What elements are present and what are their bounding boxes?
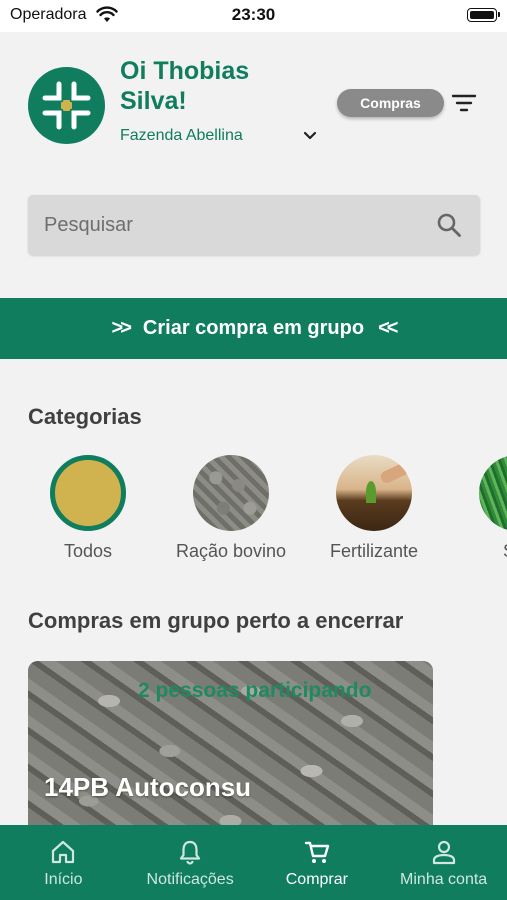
home-icon xyxy=(52,840,75,864)
search-bar xyxy=(28,195,480,255)
categories-list: Todos Ração bovino Fertilizante Ser xyxy=(0,455,507,565)
double-chevron-right-icon: >> xyxy=(111,317,132,339)
user-icon xyxy=(432,840,455,865)
status-bar: Operadora 23:30 xyxy=(0,0,507,32)
category-item-racao-bovino[interactable]: Ração bovino xyxy=(156,455,306,562)
category-item-sementes[interactable]: Ser xyxy=(442,455,507,562)
bell-icon xyxy=(180,840,201,865)
tab-label: Comprar xyxy=(285,871,348,888)
category-image xyxy=(479,455,507,531)
category-item-todos[interactable]: Todos xyxy=(13,455,163,562)
tab-label: Início xyxy=(44,871,83,888)
cart-icon xyxy=(304,841,330,863)
category-image xyxy=(50,455,126,531)
closing-soon-title: Compras em grupo perto a encerrar xyxy=(28,608,404,633)
tab-inicio[interactable]: Início xyxy=(0,825,127,900)
category-item-fertilizante[interactable]: Fertilizante xyxy=(299,455,449,562)
tab-minha-conta[interactable]: Minha conta xyxy=(380,825,507,900)
farm-selector-label[interactable]: Fazenda Abellina xyxy=(120,127,243,145)
participants-count: 2 pessoas participando xyxy=(138,679,372,702)
search-icon[interactable] xyxy=(436,212,462,238)
create-group-purchase-button[interactable]: >> Criar compra em grupo << xyxy=(0,298,507,359)
category-label: Todos xyxy=(63,541,113,561)
chevron-down-icon[interactable] xyxy=(302,129,318,143)
app-logo xyxy=(28,67,105,144)
category-label: Fertilizante xyxy=(329,541,419,561)
clock: 23:30 xyxy=(231,5,276,24)
logo-cross-icon xyxy=(42,81,91,130)
category-label: Ser xyxy=(442,541,507,562)
greeting-title: Oi Thobias Silva! xyxy=(120,57,250,115)
tab-notificacoes[interactable]: Notificações xyxy=(127,825,254,900)
filter-icon[interactable] xyxy=(450,90,478,116)
category-image xyxy=(336,455,412,531)
categories-title: Categorias xyxy=(28,404,142,429)
tab-comprar[interactable]: Comprar xyxy=(254,825,381,900)
category-image xyxy=(193,455,269,531)
search-input[interactable] xyxy=(44,195,424,255)
mode-toggle-button[interactable]: Compras xyxy=(337,89,444,117)
double-chevron-left-icon: << xyxy=(378,317,398,339)
card-title: 14PB Autoconsu xyxy=(44,772,252,802)
create-group-purchase-label: Criar compra em grupo xyxy=(142,317,365,339)
tab-label: Minha conta xyxy=(400,871,488,888)
header: Oi Thobias Silva! Fazenda Abellina Compr… xyxy=(0,32,507,172)
tab-label: Notificações xyxy=(146,871,234,888)
tab-bar: Início Notificações Comprar Minha conta xyxy=(0,825,507,900)
category-label: Ração bovino xyxy=(175,541,287,561)
battery-icon xyxy=(467,8,500,22)
